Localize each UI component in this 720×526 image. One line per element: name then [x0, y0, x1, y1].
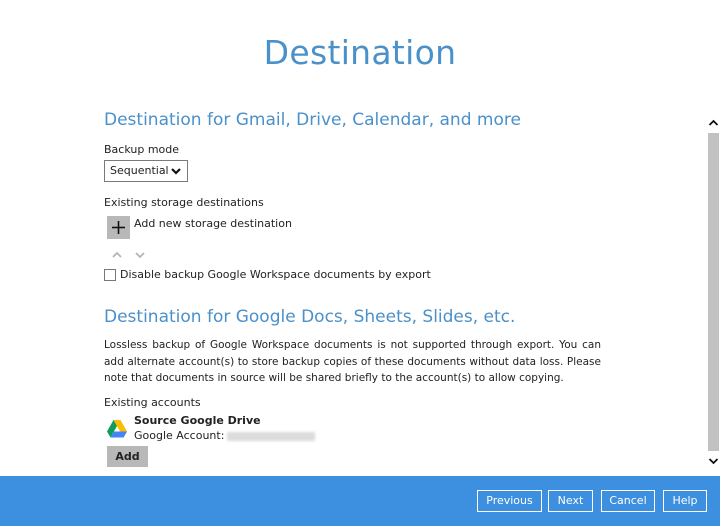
add-storage-button[interactable] [107, 216, 130, 239]
footer-bar: Previous Next Cancel Help [0, 476, 720, 526]
previous-button[interactable]: Previous [477, 490, 542, 512]
disable-export-label: Disable backup Google Workspace document… [120, 268, 431, 281]
scroll-up-icon[interactable] [707, 116, 720, 130]
backup-mode-label: Backup mode [104, 143, 180, 156]
add-account-button[interactable]: Add [107, 446, 148, 467]
chevron-down-icon [171, 168, 181, 175]
account-name: Source Google Drive [134, 414, 261, 427]
disable-export-checkbox[interactable] [104, 269, 116, 281]
backup-mode-select[interactable]: Sequential [104, 160, 188, 182]
google-account-value-redacted [227, 431, 316, 441]
section-heading-gmail-drive: Destination for Gmail, Drive, Calendar, … [104, 110, 521, 130]
next-button[interactable]: Next [548, 490, 593, 512]
section-heading-google-docs: Destination for Google Docs, Sheets, Sli… [104, 307, 516, 327]
backup-mode-value: Sequential [110, 164, 169, 177]
existing-storage-label: Existing storage destinations [104, 196, 264, 209]
move-up-icon[interactable] [111, 249, 123, 261]
google-drive-icon [107, 420, 127, 438]
vertical-scrollbar[interactable] [707, 116, 720, 468]
google-account-label: Google Account: [134, 429, 225, 442]
lossless-backup-note: Lossless backup of Google Workspace docu… [104, 339, 601, 384]
page-title: Destination [263, 33, 457, 72]
plus-icon [112, 221, 125, 234]
account-detail: Google Account: [134, 429, 316, 442]
existing-accounts-label: Existing accounts [104, 396, 201, 409]
help-button[interactable]: Help [663, 490, 707, 512]
scroll-thumb[interactable] [708, 133, 719, 451]
add-storage-label: Add new storage destination [134, 217, 292, 230]
scroll-down-icon[interactable] [707, 454, 720, 468]
move-down-icon[interactable] [134, 249, 146, 261]
cancel-button[interactable]: Cancel [601, 490, 655, 512]
